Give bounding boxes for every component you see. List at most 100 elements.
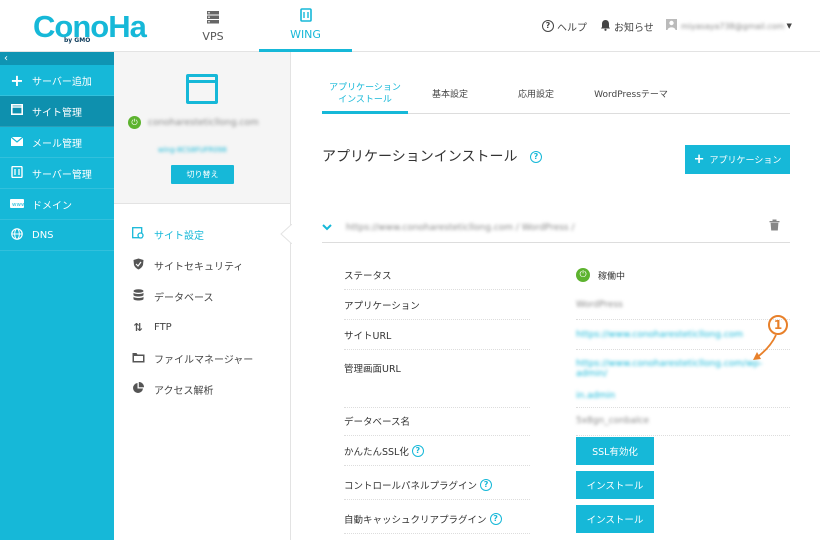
detail-label: サイトURL [344,320,530,350]
menu-site-settings[interactable]: サイト設定 [114,219,290,250]
admin-url-link-cont[interactable]: in.admin [576,391,615,401]
menu-file-manager[interactable]: ファイルマネージャー [114,343,290,374]
mail-icon [8,135,26,149]
wing-server-icon [299,8,313,26]
detail-row-easy-ssl: かんたんSSL化 ? SSL有効化 [344,436,790,466]
power-icon: ⏻ [576,268,590,282]
easy-ssl-label: かんたんSSL化 [344,446,409,458]
add-application-button[interactable]: + アプリケーション [685,145,790,174]
sidebar-item-domain[interactable]: www ドメイン [0,189,114,220]
installed-app-row[interactable]: https://www.conoharesteticllong.com / Wo… [322,213,790,243]
site-id: wing-8CS8FUFR098 [158,146,227,154]
sidebar-item-mail-management[interactable]: メール管理 [0,127,114,158]
sidebar-item-server-management[interactable]: サーバー管理 [0,158,114,189]
main-content: アプリケーション インストール 基本設定 応用設定 WordPressテーマ アプ… [292,52,820,540]
chevron-down-icon[interactable] [322,221,332,234]
plus-icon: + [10,70,24,90]
database-icon [130,289,146,304]
detail-value: インストール [576,504,790,534]
content-tabs: アプリケーション インストール 基本設定 応用設定 WordPressテーマ [322,76,790,114]
transfer-icon: ⇅ [133,321,143,334]
menu-label: FTP [154,322,172,333]
ssl-enable-button[interactable]: SSL有効化 [576,437,654,465]
sidebar-item-label: サイト管理 [32,107,82,119]
sidebar-item-label: メール管理 [32,138,82,150]
sidebar-item-site-management[interactable]: サイト管理 [0,96,114,127]
menu-label: ファイルマネージャー [154,355,254,366]
shield-icon [130,258,146,273]
auto-cache-clear-plugin-label: 自動キャッシュクリアプラグイン [344,514,487,526]
application-value: WordPress [576,299,623,310]
sidebar-item-label: サーバー管理 [32,169,92,181]
chevron-down-icon: ▼ [786,22,792,30]
svg-text:www: www [12,202,24,208]
plus-icon: + [693,152,705,167]
domain-icon: www [8,197,26,211]
menu-access-analytics[interactable]: アクセス解析 [114,374,290,405]
help-link[interactable]: ? ヘルプ [542,0,587,52]
settings-icon [130,227,146,242]
detail-value: SSL有効化 [576,436,790,466]
install-control-panel-plugin-button[interactable]: インストール [576,471,654,499]
menu-site-security[interactable]: サイトセキュリティ [114,250,290,281]
notice-link[interactable]: お知らせ [600,0,654,52]
help-icon[interactable]: ? [480,478,493,491]
tab-wordpress-theme[interactable]: WordPressテーマ [578,76,684,114]
trash-icon[interactable] [769,219,780,234]
tab-vps[interactable]: VPS [168,0,258,52]
help-icon[interactable]: ? [489,512,502,525]
site-url-link[interactable]: https://www.conoharesteticllong.com [576,330,743,340]
page-title-row: アプリケーションインストール ? [322,146,542,166]
tab-label-line1: アプリケーション [329,82,401,93]
server-icon [206,10,220,28]
status-text: 稼働中 [598,271,626,282]
menu-label: サイト設定 [154,231,204,242]
site-name-row: ⏻ conoharesteticllong.com [128,116,259,129]
menu-label: アクセス解析 [154,386,214,397]
detail-label: ステータス [344,260,530,290]
tab-label-line2: インストール [338,94,392,105]
tab-vps-label: VPS [202,29,224,43]
help-label: ヘルプ [557,22,587,34]
sidebar-item-label: ドメイン [32,200,72,212]
detail-label: 管理画面URL [344,352,530,408]
detail-label: コントロールパネルプラグイン ? [344,470,530,500]
detail-row-database: データベース名 5x8gn_conbalce [344,406,790,436]
detail-row-status: ステータス ⏻ 稼働中 [344,260,790,290]
bell-icon [600,19,611,34]
sidebar-item-add-server[interactable]: + サーバー追加 [0,65,114,96]
sidebar-collapse-button[interactable]: ‹ [0,52,114,65]
pie-chart-icon [130,381,146,397]
menu-database[interactable]: データベース [114,281,290,312]
user-menu[interactable]: miyasaya738@gmail.com ▼ [666,0,792,52]
page-title: アプリケーションインストール [322,149,518,165]
detail-label: 自動キャッシュクリアプラグイン ? [344,504,530,534]
tab-wing[interactable]: WING [259,0,352,52]
tab-advanced-settings[interactable]: 応用設定 [502,76,570,114]
help-icon[interactable]: ? [529,151,542,163]
control-panel-plugin-label: コントロールパネルプラグイン [344,480,478,492]
sidebar-item-dns[interactable]: DNS [0,220,114,251]
question-icon: ? [542,20,554,32]
menu-label: データベース [154,293,214,304]
switch-site-button[interactable]: 切り替え [171,165,234,184]
help-icon[interactable]: ? [411,444,424,457]
menu-ftp[interactable]: ⇅ FTP [114,312,290,343]
sidebar: ‹ + サーバー追加 サイト管理 メール管理 サーバー管理 www ドメイン D… [0,52,114,540]
installed-app-url: https://www.conoharesteticllong.com / Wo… [346,222,575,233]
annotation-number: 1 [768,315,788,335]
window-icon [8,104,26,118]
site-subpanel: ⏻ conoharesteticllong.com wing-8CS8FUFR0… [114,52,292,540]
database-value: 5x8gn_conbalce [576,415,650,426]
detail-row-auto-cache-clear-plugin: 自動キャッシュクリアプラグイン ? インストール [344,504,790,534]
site-profile: ⏻ conoharesteticllong.com wing-8CS8FUFR0… [114,52,290,204]
add-application-label: アプリケーション [709,156,782,166]
tab-basic-settings[interactable]: 基本設定 [418,76,482,114]
detail-label: データベース名 [344,406,530,436]
folder-icon [130,352,146,366]
menu-label: サイトセキュリティ [154,262,244,273]
tab-app-install[interactable]: アプリケーション インストール [322,76,408,114]
install-auto-cache-clear-plugin-button[interactable]: インストール [576,505,654,533]
site-window-icon [186,74,218,104]
active-menu-pointer [280,224,292,244]
